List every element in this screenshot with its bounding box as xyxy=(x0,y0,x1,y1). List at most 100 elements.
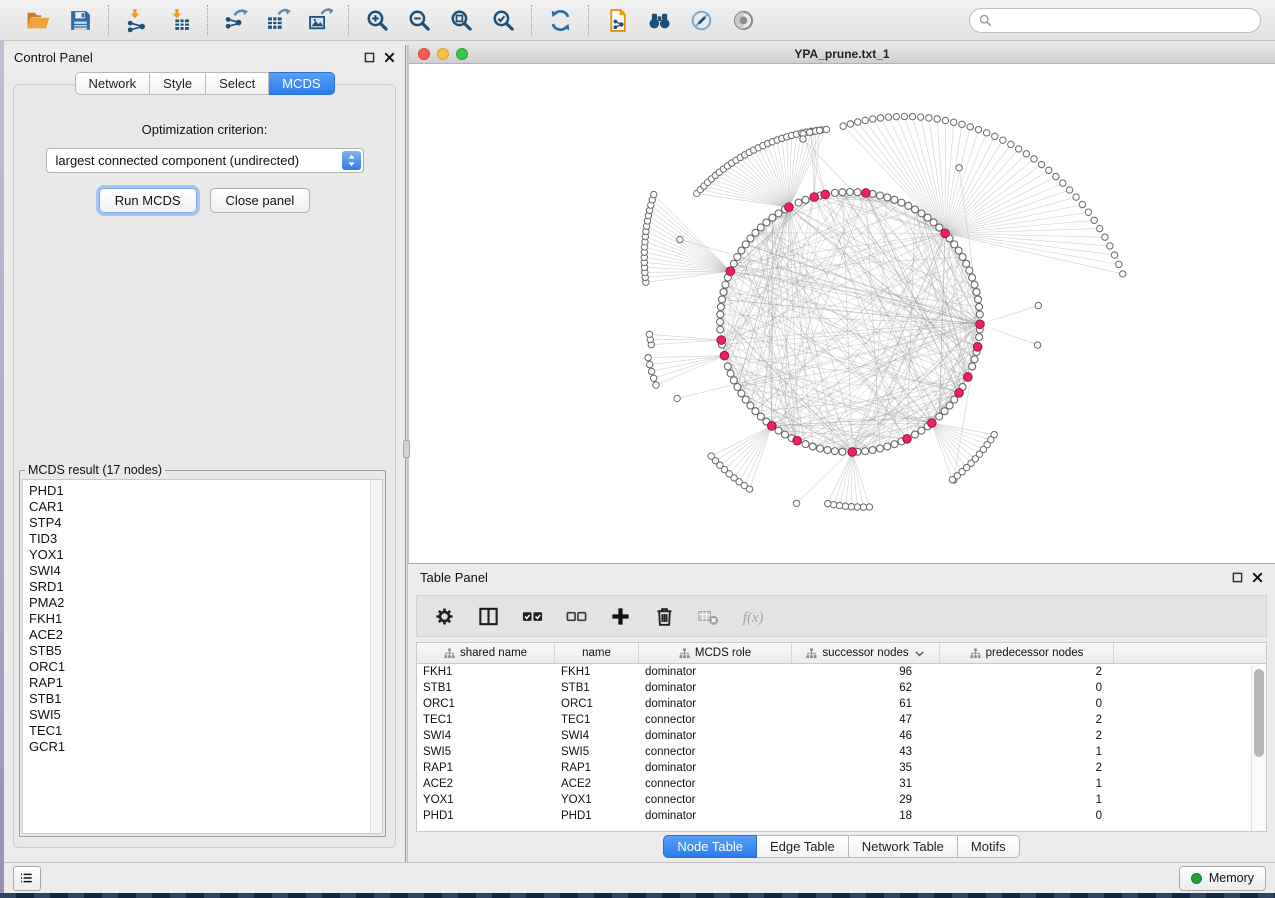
toggle-columns-button[interactable] xyxy=(474,602,502,630)
memory-button[interactable]: Memory xyxy=(1179,866,1266,891)
cell-shared_name: YOX1 xyxy=(417,794,555,806)
maximize-window-icon[interactable] xyxy=(456,48,468,60)
mcds-result-item[interactable]: STB1 xyxy=(23,691,382,707)
tab-edge-table[interactable]: Edge Table xyxy=(757,835,849,858)
tab-network[interactable]: Network xyxy=(74,72,150,95)
table-row[interactable]: PHD1PHD1dominator180 xyxy=(417,808,1266,824)
import-network-button[interactable] xyxy=(123,6,151,34)
show-graphics-button[interactable] xyxy=(729,6,757,34)
export-image-button[interactable] xyxy=(306,6,334,34)
optimization-criterion-select[interactable]: largest connected component (undirected) xyxy=(46,148,364,173)
zoom-fit-button[interactable] xyxy=(447,6,475,34)
cell-name: ORC1 xyxy=(555,698,639,710)
cell-name: SWI4 xyxy=(555,730,639,742)
zoom-out-button[interactable] xyxy=(405,6,433,34)
network-graph[interactable] xyxy=(409,64,1275,563)
export-network-button[interactable] xyxy=(222,6,250,34)
task-history-button[interactable] xyxy=(13,866,41,891)
mcds-result-item[interactable]: SWI5 xyxy=(23,707,382,723)
table-row[interactable]: YOX1YOX1connector291 xyxy=(417,792,1266,808)
zoom-in-button[interactable] xyxy=(363,6,391,34)
delete-column-button[interactable] xyxy=(650,602,678,630)
mcds-result-item[interactable]: ORC1 xyxy=(23,659,382,675)
mcds-result-item[interactable]: PMA2 xyxy=(23,595,382,611)
mcds-result-item[interactable]: ACE2 xyxy=(23,627,382,643)
column-header-MCDS-role[interactable]: MCDS role xyxy=(639,643,792,663)
table-row[interactable]: TEC1TEC1connector472 xyxy=(417,712,1266,728)
plus-icon xyxy=(609,605,632,628)
table-scrollbar-thumb[interactable] xyxy=(1254,669,1264,757)
table-row[interactable]: SWI5SWI5connector431 xyxy=(417,744,1266,760)
column-header-name[interactable]: name xyxy=(555,643,639,663)
cell-shared_name: RAP1 xyxy=(417,762,555,774)
tab-motifs[interactable]: Motifs xyxy=(958,835,1020,858)
table-row[interactable]: STB1STB1dominator620 xyxy=(417,680,1266,696)
cell-predecessor_nodes: 2 xyxy=(940,666,1114,678)
close-panel-button[interactable]: Close panel xyxy=(210,188,311,213)
mcds-result-item[interactable]: RAP1 xyxy=(23,675,382,691)
mcds-result-item[interactable]: STP4 xyxy=(23,515,382,531)
apply-layout-button[interactable] xyxy=(546,6,574,34)
node-table[interactable]: shared namenameMCDS rolesuccessor nodesp… xyxy=(416,642,1267,832)
tab-style[interactable]: Style xyxy=(150,72,206,95)
cell-shared_name: PHD1 xyxy=(417,810,555,822)
tab-node-table[interactable]: Node Table xyxy=(663,835,757,858)
network-canvas[interactable] xyxy=(409,64,1275,563)
mcds-result-item[interactable]: CAR1 xyxy=(23,499,382,515)
save-session-button[interactable] xyxy=(66,6,94,34)
zoom-selected-button[interactable] xyxy=(489,6,517,34)
close-panel-icon[interactable] xyxy=(384,52,395,63)
search-box[interactable] xyxy=(969,8,1261,33)
search-input[interactable] xyxy=(998,13,1251,27)
column-header-successor-nodes[interactable]: successor nodes xyxy=(792,643,940,663)
table-settings-button[interactable] xyxy=(430,602,458,630)
network-title-bar[interactable]: YPA_prune.txt_1 xyxy=(409,45,1275,64)
table-row[interactable]: ACE2ACE2connector311 xyxy=(417,776,1266,792)
mcds-result-list[interactable]: PHD1CAR1STP4TID3YOX1SWI4SRD1PMA2FKH1ACE2… xyxy=(22,479,383,834)
network-from-file-button[interactable] xyxy=(603,6,631,34)
float-panel-icon[interactable] xyxy=(364,52,375,63)
table-row[interactable]: FKH1FKH1dominator962 xyxy=(417,664,1266,680)
close-window-icon[interactable] xyxy=(418,48,430,60)
cell-successor_nodes: 96 xyxy=(792,666,940,678)
select-all-button[interactable] xyxy=(518,602,546,630)
mcds-result-item[interactable]: GCR1 xyxy=(23,739,382,755)
find-button[interactable] xyxy=(645,6,673,34)
mcds-result-item[interactable]: TEC1 xyxy=(23,723,382,739)
hide-annotations-button[interactable] xyxy=(687,6,715,34)
mcds-result-item[interactable]: TID3 xyxy=(23,531,382,547)
splitter-handle[interactable] xyxy=(403,440,410,458)
mcds-result-item[interactable]: SRD1 xyxy=(23,579,382,595)
mcds-result-item[interactable]: FKH1 xyxy=(23,611,382,627)
run-mcds-button[interactable]: Run MCDS xyxy=(99,188,197,213)
mcds-result-item[interactable]: SWI4 xyxy=(23,563,382,579)
import-table-button[interactable] xyxy=(165,6,193,34)
table-row[interactable]: SWI4SWI4dominator462 xyxy=(417,728,1266,744)
cell-successor_nodes: 61 xyxy=(792,698,940,710)
column-header-shared-name[interactable]: shared name xyxy=(417,643,555,663)
export-table-button[interactable] xyxy=(264,6,292,34)
open-file-button[interactable] xyxy=(24,6,52,34)
mcds-result-item[interactable]: YOX1 xyxy=(23,547,382,563)
cell-shared_name: ACE2 xyxy=(417,778,555,790)
table-row[interactable]: ORC1ORC1dominator610 xyxy=(417,696,1266,712)
mcds-result-item[interactable]: PHD1 xyxy=(23,483,382,499)
tab-network-table[interactable]: Network Table xyxy=(849,835,958,858)
mcds-result-item[interactable]: STB5 xyxy=(23,643,382,659)
deselect-all-button[interactable] xyxy=(562,602,590,630)
float-table-panel-icon[interactable] xyxy=(1232,572,1243,583)
close-table-panel-icon[interactable] xyxy=(1252,572,1263,583)
mcds-result-title: MCDS result (17 nodes) xyxy=(25,463,165,477)
table-row[interactable]: RAP1RAP1dominator352 xyxy=(417,760,1266,776)
minimize-window-icon[interactable] xyxy=(437,48,449,60)
mcds-list-scrollbar[interactable] xyxy=(370,480,382,833)
column-header-predecessor-nodes[interactable]: predecessor nodes xyxy=(940,643,1114,663)
table-scrollbar[interactable] xyxy=(1251,665,1266,831)
network-file-icon xyxy=(605,8,630,33)
network-window: YPA_prune.txt_1 xyxy=(408,45,1275,563)
cell-successor_nodes: 46 xyxy=(792,730,940,742)
cell-mcds_role: dominator xyxy=(639,682,792,694)
create-column-button[interactable] xyxy=(606,602,634,630)
tab-mcds[interactable]: MCDS xyxy=(269,72,334,95)
tab-select[interactable]: Select xyxy=(206,72,269,95)
